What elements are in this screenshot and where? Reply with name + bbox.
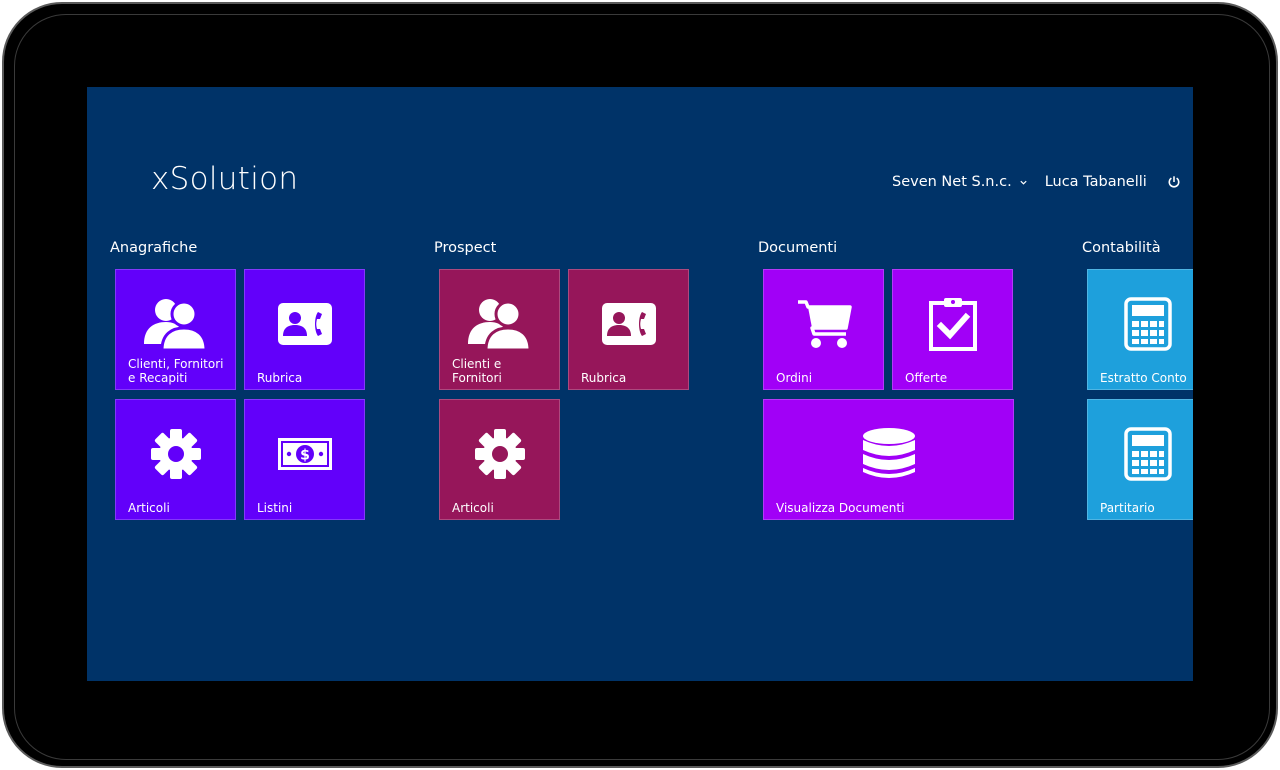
svg-text:$: $ (300, 448, 310, 464)
tile-label: Offerte (905, 371, 948, 385)
tile-label: Clienti, Fornitori e Recapiti (128, 357, 224, 385)
app-title: xSolution (151, 161, 299, 197)
users-icon (440, 294, 559, 354)
group-title-documenti: Documenti (758, 240, 838, 256)
device-frame: xSolution Seven Net S.n.c. Luca Tabanell… (0, 0, 1280, 770)
tile-clienti-fornitori-prospect[interactable]: Clienti e Fornitori (439, 269, 560, 390)
tile-offerte[interactable]: Offerte (892, 269, 1013, 390)
power-icon[interactable] (1167, 175, 1181, 189)
contact-card-icon (569, 294, 688, 354)
tile-articoli-prospect[interactable]: Articoli (439, 399, 560, 520)
tile-clienti-fornitori-recapiti[interactable]: Clienti, Fornitori e Recapiti (115, 269, 236, 390)
clipboard-check-icon (893, 294, 1012, 354)
start-screen: xSolution Seven Net S.n.c. Luca Tabanell… (87, 87, 1193, 681)
tile-label: Ordini (776, 371, 813, 385)
tile-listini[interactable]: $ Listini (244, 399, 365, 520)
tile-label: Estratto Conto (1100, 371, 1187, 385)
users-icon (116, 294, 235, 354)
tile-estratto-conto[interactable]: Estratto Conto (1087, 269, 1193, 390)
company-selector[interactable]: Seven Net S.n.c. (892, 174, 1028, 190)
tile-label: Articoli (128, 501, 170, 515)
database-icon (764, 424, 1013, 484)
tile-label: Listini (257, 501, 293, 515)
group-title-anagrafiche: Anagrafiche (110, 240, 198, 256)
group-title-contabilita: Contabilità (1082, 240, 1161, 256)
calculator-icon (1088, 424, 1193, 484)
tile-label: Rubrica (257, 371, 303, 385)
user-name[interactable]: Luca Tabanelli (1045, 174, 1147, 190)
tile-label: Partitario (1100, 501, 1155, 515)
header-account-area: Seven Net S.n.c. Luca Tabanelli (892, 174, 1181, 190)
gear-icon (116, 424, 235, 484)
company-name: Seven Net S.n.c. (892, 174, 1012, 190)
calculator-icon (1088, 294, 1193, 354)
tile-rubrica-prospect[interactable]: Rubrica (568, 269, 689, 390)
tile-articoli-anagrafiche[interactable]: Articoli (115, 399, 236, 520)
tile-partitario[interactable]: Partitario (1087, 399, 1193, 520)
tile-rubrica-anagrafiche[interactable]: Rubrica (244, 269, 365, 390)
group-title-prospect: Prospect (434, 240, 497, 256)
gear-icon (440, 424, 559, 484)
chevron-down-icon (1019, 178, 1028, 187)
tile-label: Visualizza Documenti (776, 501, 905, 515)
money-icon: $ (245, 424, 364, 484)
contact-card-icon (245, 294, 364, 354)
tile-label: Clienti e Fornitori (452, 357, 502, 385)
cart-icon (764, 294, 883, 354)
tile-label: Rubrica (581, 371, 627, 385)
tile-label: Articoli (452, 501, 494, 515)
tile-ordini[interactable]: Ordini (763, 269, 884, 390)
tile-visualizza-documenti[interactable]: Visualizza Documenti (763, 399, 1014, 520)
